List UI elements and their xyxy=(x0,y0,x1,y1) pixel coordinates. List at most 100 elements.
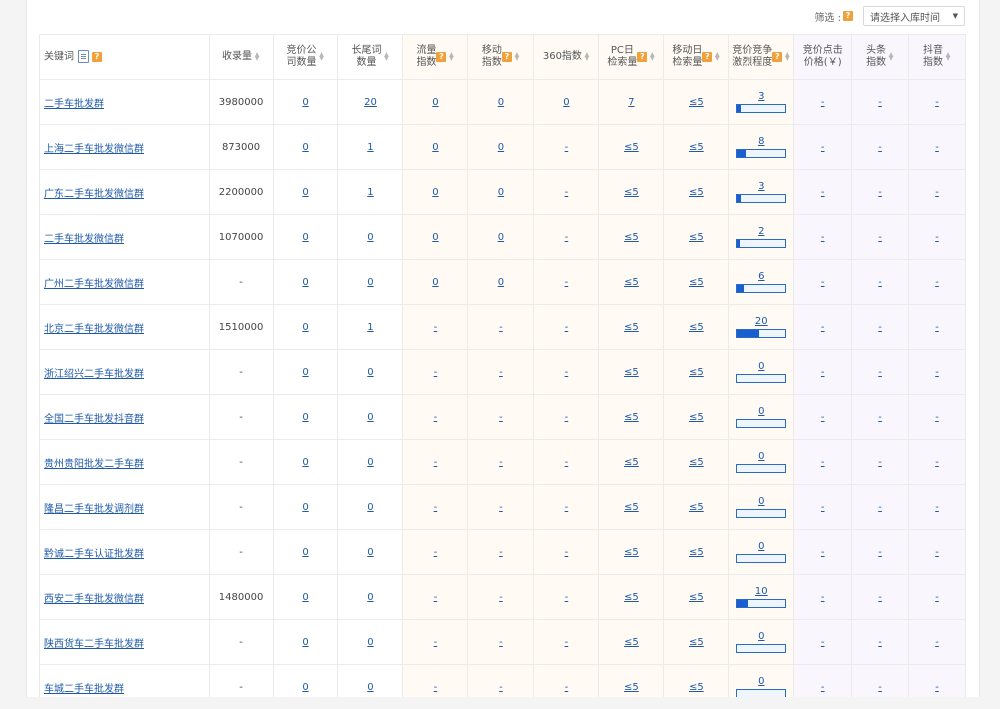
sort-icon[interactable]: ▲ ▼ xyxy=(888,52,894,62)
changwei-cell-link[interactable]: 0 xyxy=(367,592,373,603)
col-click[interactable]: 竞价点击 价格(￥) xyxy=(793,34,853,80)
click-price-cell-link[interactable]: - xyxy=(821,187,825,198)
index360-cell-link[interactable]: - xyxy=(565,682,569,693)
mobile-search-cell-link[interactable]: ≤5 xyxy=(689,412,704,423)
douyin-cell-link[interactable]: - xyxy=(935,592,939,603)
pc-search-cell-link[interactable]: ≤5 xyxy=(624,637,639,648)
click-price-cell-link[interactable]: - xyxy=(821,142,825,153)
mobile-search-cell-link[interactable]: ≤5 xyxy=(689,142,704,153)
jingjia-cell-link[interactable]: 0 xyxy=(302,502,308,513)
douyin-cell-link[interactable]: - xyxy=(935,187,939,198)
toutiao-cell-link[interactable]: - xyxy=(878,547,882,558)
liuliang-cell-link[interactable]: - xyxy=(434,547,438,558)
liuliang-cell-link[interactable]: 0 xyxy=(432,142,438,153)
jingjia-cell-link[interactable]: 0 xyxy=(302,322,308,333)
pc-search-cell-link[interactable]: ≤5 xyxy=(624,277,639,288)
changwei-cell-link[interactable]: 0 xyxy=(367,277,373,288)
douyin-cell-link[interactable]: - xyxy=(935,457,939,468)
changwei-cell-link[interactable]: 20 xyxy=(364,97,377,108)
keyword-link[interactable]: 二手车批发群 xyxy=(44,99,104,110)
jingjia-cell-link[interactable]: 0 xyxy=(302,142,308,153)
douyin-cell-link[interactable]: - xyxy=(935,322,939,333)
mobile-search-cell-link[interactable]: ≤5 xyxy=(689,322,704,333)
pc-search-cell-link[interactable]: ≤5 xyxy=(624,457,639,468)
col-yidong[interactable]: 移动 指数 ? ▲ ▼ xyxy=(467,34,535,80)
liuliang-cell-link[interactable]: - xyxy=(434,592,438,603)
click-price-cell-link[interactable]: - xyxy=(821,547,825,558)
changwei-cell-link[interactable]: 0 xyxy=(367,547,373,558)
changwei-cell-link[interactable]: 0 xyxy=(367,502,373,513)
keyword-link[interactable]: 浙江绍兴二手车批发群 xyxy=(44,369,144,380)
changwei-cell-link[interactable]: 0 xyxy=(367,682,373,693)
competition-link[interactable]: 20 xyxy=(755,316,768,328)
col-changwei[interactable]: 长尾词 数量 ▲ ▼ xyxy=(337,34,404,80)
yidong-cell-link[interactable]: 0 xyxy=(498,97,504,108)
col-douyin[interactable]: 抖音 指数 ▲ ▼ xyxy=(908,34,966,80)
sort-icon[interactable]: ▲ ▼ xyxy=(514,52,520,62)
douyin-cell-link[interactable]: - xyxy=(935,637,939,648)
click-price-cell-link[interactable]: - xyxy=(821,592,825,603)
sort-icon[interactable]: ▲ ▼ xyxy=(448,52,454,62)
index360-cell-link[interactable]: - xyxy=(565,142,569,153)
jingjia-cell-link[interactable]: 0 xyxy=(302,682,308,693)
index360-cell-link[interactable]: - xyxy=(565,322,569,333)
competition-link[interactable]: 0 xyxy=(758,676,764,688)
liuliang-cell-link[interactable]: 0 xyxy=(432,97,438,108)
mobile-search-cell-link[interactable]: ≤5 xyxy=(689,637,704,648)
douyin-cell-link[interactable]: - xyxy=(935,367,939,378)
pc-search-cell-link[interactable]: ≤5 xyxy=(624,502,639,513)
yidong-cell-link[interactable]: - xyxy=(499,637,503,648)
index360-cell-link[interactable]: - xyxy=(565,187,569,198)
click-price-cell-link[interactable]: - xyxy=(821,322,825,333)
mobile-search-cell-link[interactable]: ≤5 xyxy=(689,232,704,243)
keyword-link[interactable]: 车城二手车批发群 xyxy=(44,684,124,695)
liuliang-cell-link[interactable]: - xyxy=(434,322,438,333)
sort-icon[interactable]: ▲ ▼ xyxy=(383,52,389,62)
liuliang-cell-link[interactable]: 0 xyxy=(432,277,438,288)
jingjia-cell-link[interactable]: 0 xyxy=(302,187,308,198)
keyword-link[interactable]: 上海二手车批发微信群 xyxy=(44,144,144,155)
yidong-cell-link[interactable]: - xyxy=(499,457,503,468)
douyin-cell-link[interactable]: - xyxy=(935,412,939,423)
mobile-search-cell-link[interactable]: ≤5 xyxy=(689,97,704,108)
col-pc[interactable]: PC日 检索量 ? ▲ ▼ xyxy=(598,34,665,80)
toutiao-cell-link[interactable]: - xyxy=(878,412,882,423)
keyword-link[interactable]: 隆昌二手车批发调剂群 xyxy=(44,504,144,515)
click-price-cell-link[interactable]: - xyxy=(821,637,825,648)
click-price-cell-link[interactable]: - xyxy=(821,97,825,108)
help-icon[interactable]: ? xyxy=(702,52,713,62)
pc-search-cell-link[interactable]: ≤5 xyxy=(624,187,639,198)
index360-cell-link[interactable]: - xyxy=(565,412,569,423)
yidong-cell-link[interactable]: - xyxy=(499,502,503,513)
toutiao-cell-link[interactable]: - xyxy=(878,142,882,153)
toutiao-cell-link[interactable]: - xyxy=(878,457,882,468)
index360-cell-link[interactable]: - xyxy=(565,637,569,648)
mobile-search-cell-link[interactable]: ≤5 xyxy=(689,502,704,513)
jingjia-cell-link[interactable]: 0 xyxy=(302,277,308,288)
mobile-search-cell-link[interactable]: ≤5 xyxy=(689,592,704,603)
click-price-cell-link[interactable]: - xyxy=(821,232,825,243)
keyword-link[interactable]: 广东二手车批发微信群 xyxy=(44,189,144,200)
pc-search-cell-link[interactable]: ≤5 xyxy=(624,322,639,333)
liuliang-cell-link[interactable]: - xyxy=(434,457,438,468)
changwei-cell-link[interactable]: 0 xyxy=(367,457,373,468)
toutiao-cell-link[interactable]: - xyxy=(878,502,882,513)
jingjia-cell-link[interactable]: 0 xyxy=(302,547,308,558)
jingjia-cell-link[interactable]: 0 xyxy=(302,232,308,243)
toutiao-cell-link[interactable]: - xyxy=(878,232,882,243)
index360-cell-link[interactable]: - xyxy=(565,592,569,603)
keyword-link[interactable]: 二手车批发微信群 xyxy=(44,234,124,245)
jingjia-cell-link[interactable]: 0 xyxy=(302,367,308,378)
toutiao-cell-link[interactable]: - xyxy=(878,682,882,693)
douyin-cell-link[interactable]: - xyxy=(935,547,939,558)
help-icon[interactable]: ? xyxy=(436,52,447,62)
competition-link[interactable]: 0 xyxy=(758,361,764,373)
competition-link[interactable]: 0 xyxy=(758,496,764,508)
changwei-cell-link[interactable]: 0 xyxy=(367,412,373,423)
mobile-search-cell-link[interactable]: ≤5 xyxy=(689,457,704,468)
index360-cell-link[interactable]: 0 xyxy=(563,97,569,108)
changwei-cell-link[interactable]: 0 xyxy=(367,232,373,243)
sort-icon[interactable]: ▲ ▼ xyxy=(649,52,655,62)
index360-cell-link[interactable]: - xyxy=(565,277,569,288)
competition-link[interactable]: 0 xyxy=(758,406,764,418)
